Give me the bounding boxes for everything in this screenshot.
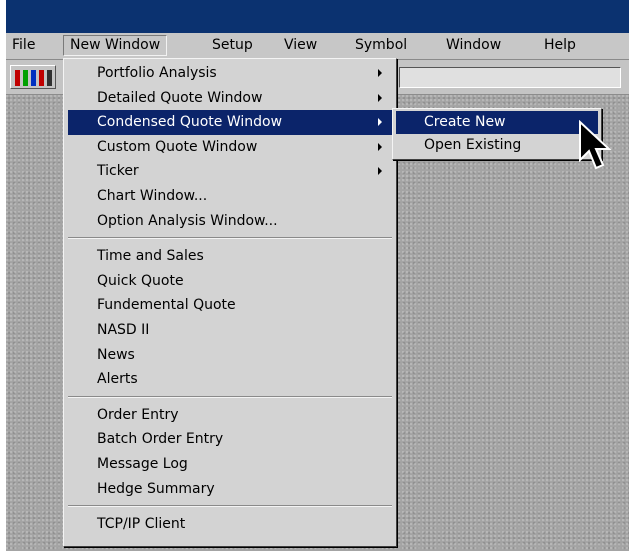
menu-item-label: Chart Window... (97, 187, 208, 204)
menu-item-order-entry[interactable]: Order Entry (64, 403, 396, 428)
menu-item-condensed-quote-window[interactable]: Condensed Quote Window (68, 110, 392, 135)
new-window-menu: Portfolio Analysis Detailed Quote Window C… (63, 58, 397, 547)
menu-item-label: NASD II (97, 321, 150, 338)
menu-setup[interactable]: Setup (206, 35, 259, 56)
menu-item-chart-window[interactable]: Chart Window... (64, 184, 396, 209)
mouse-pointer-icon (579, 120, 612, 170)
menu-item-label: Batch Order Entry (97, 431, 224, 448)
submenu-item-create-new[interactable]: Create New (396, 111, 598, 134)
menu-item-label: Order Entry (97, 406, 179, 423)
menu-item-quick-quote[interactable]: Quick Quote (64, 269, 396, 294)
menu-item-nasd-ii[interactable]: NASD II (64, 318, 396, 343)
menu-view[interactable]: View (278, 35, 323, 56)
submenu-item-open-existing[interactable]: Open Existing (393, 134, 601, 157)
menu-new-window[interactable]: New Window (63, 35, 168, 56)
menu-item-label: Condensed Quote Window (97, 114, 283, 131)
menu-item-label: Time and Sales (97, 248, 204, 265)
menu-item-fundemental-quote[interactable]: Fundemental Quote (64, 293, 396, 318)
menu-item-ticker[interactable]: Ticker (64, 159, 396, 184)
submenu-arrow-icon (378, 142, 382, 151)
menu-separator (68, 395, 392, 398)
menu-item-label: TCP/IP Client (97, 516, 186, 533)
menu-item-portfolio-analysis[interactable]: Portfolio Analysis (64, 61, 396, 86)
submenu-arrow-icon (378, 93, 382, 102)
menu-item-label: Hedge Summary (97, 480, 215, 497)
title-bar (6, 0, 629, 33)
menu-window[interactable]: Window (440, 35, 507, 56)
menu-item-detailed-quote-window[interactable]: Detailed Quote Window (64, 86, 396, 111)
menu-file[interactable]: File (6, 35, 41, 56)
menu-symbol[interactable]: Symbol (349, 35, 413, 56)
menu-item-news[interactable]: News (64, 343, 396, 368)
menu-item-tcp-ip-client[interactable]: TCP/IP Client (64, 512, 396, 537)
menu-separator (68, 505, 392, 508)
portfolio-bars-icon[interactable] (10, 65, 56, 89)
menu-item-label: Message Log (97, 455, 188, 472)
menu-item-message-log[interactable]: Message Log (64, 452, 396, 477)
submenu-arrow-icon (378, 118, 382, 127)
submenu-arrow-icon (378, 167, 382, 176)
condensed-quote-submenu: Create New Open Existing (392, 108, 602, 160)
menu-item-option-analysis-window[interactable]: Option Analysis Window... (64, 209, 396, 234)
menu-item-time-and-sales[interactable]: Time and Sales (64, 244, 396, 269)
menu-item-label: Fundemental Quote (97, 297, 236, 314)
menu-item-label: Ticker (97, 163, 139, 180)
menu-separator (68, 237, 392, 240)
menu-item-hedge-summary[interactable]: Hedge Summary (64, 477, 396, 502)
menu-item-label: Custom Quote Window (97, 138, 258, 155)
menu-item-label: Option Analysis Window... (97, 212, 278, 229)
menu-item-label: News (97, 346, 135, 363)
menu-item-label: Quick Quote (97, 272, 184, 289)
app-window: File New Window Setup View Symbol Window… (6, 0, 629, 551)
menu-item-label: Alerts (97, 371, 138, 388)
submenu-arrow-icon (378, 69, 382, 77)
menu-item-alerts[interactable]: Alerts (64, 367, 396, 392)
menu-item-batch-order-entry[interactable]: Batch Order Entry (64, 427, 396, 452)
symbol-field[interactable] (399, 67, 621, 88)
menu-item-label: Detailed Quote Window (97, 89, 263, 106)
menu-item-label: Portfolio Analysis (97, 65, 217, 81)
menu-help[interactable]: Help (538, 35, 582, 56)
menu-item-custom-quote-window[interactable]: Custom Quote Window (64, 135, 396, 160)
menu-bar: File New Window Setup View Symbol Window… (6, 33, 629, 60)
